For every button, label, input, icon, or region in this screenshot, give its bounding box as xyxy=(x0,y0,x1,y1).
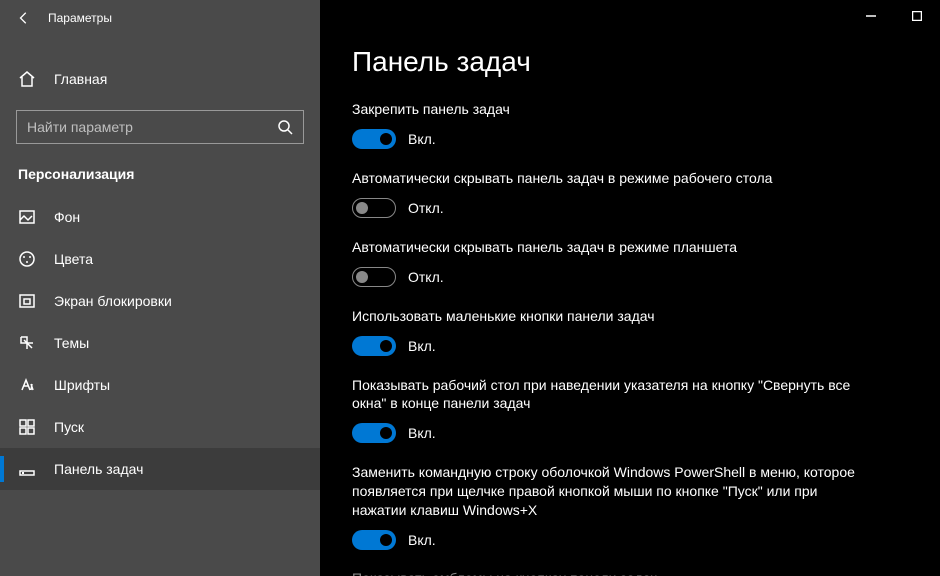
nav-item-lockscreen[interactable]: Экран блокировки xyxy=(0,280,320,322)
setting-peek-desktop: Показывать рабочий стол при наведении ук… xyxy=(352,376,908,444)
toggle-powershell[interactable] xyxy=(352,530,396,550)
setting-lock-taskbar: Закрепить панель задач Вкл. xyxy=(352,100,908,149)
home-label: Главная xyxy=(54,71,107,87)
toggle-state: Вкл. xyxy=(408,425,436,441)
toggle-state: Вкл. xyxy=(408,338,436,354)
category-label: Персонализация xyxy=(0,144,320,196)
nav-item-colors[interactable]: Цвета xyxy=(0,238,320,280)
taskbar-icon xyxy=(18,460,36,478)
setting-autohide-desktop: Автоматически скрывать панель задач в ре… xyxy=(352,169,908,218)
setting-autohide-tablet: Автоматически скрывать панель задач в ре… xyxy=(352,238,908,287)
start-icon xyxy=(18,418,36,436)
setting-label-badges: Показывать эмблемы на кнопках панели зад… xyxy=(352,570,908,576)
lockscreen-icon xyxy=(18,292,36,310)
palette-icon xyxy=(18,250,36,268)
picture-icon xyxy=(18,208,36,226)
nav-label: Пуск xyxy=(54,419,84,435)
nav-label: Темы xyxy=(54,335,89,351)
nav-list: Фон Цвета Экран блокировки Темы Шрифты П… xyxy=(0,196,320,576)
setting-label: Показывать рабочий стол при наведении ук… xyxy=(352,376,872,414)
nav-label: Экран блокировки xyxy=(54,293,172,309)
maximize-button[interactable] xyxy=(894,0,940,32)
minimize-icon xyxy=(866,11,876,21)
setting-powershell: Заменить командную строку оболочкой Wind… xyxy=(352,463,908,550)
nav-label: Панель задач xyxy=(54,461,143,477)
fonts-icon xyxy=(18,376,36,394)
nav-item-start[interactable]: Пуск xyxy=(0,406,320,448)
nav-label: Цвета xyxy=(54,251,93,267)
toggle-state: Откл. xyxy=(408,200,444,216)
page-title: Панель задач xyxy=(352,46,908,78)
setting-label: Закрепить панель задач xyxy=(352,100,872,119)
home-icon xyxy=(18,70,36,88)
nav-item-fonts[interactable]: Шрифты xyxy=(0,364,320,406)
arrow-left-icon xyxy=(17,11,31,25)
nav-label: Шрифты xyxy=(54,377,110,393)
toggle-state: Откл. xyxy=(408,269,444,285)
toggle-lock-taskbar[interactable] xyxy=(352,129,396,149)
search-icon xyxy=(277,119,293,135)
window-controls xyxy=(848,0,940,32)
nav-item-themes[interactable]: Темы xyxy=(0,322,320,364)
themes-icon xyxy=(18,334,36,352)
setting-small-buttons: Использовать маленькие кнопки панели зад… xyxy=(352,307,908,356)
toggle-small-buttons[interactable] xyxy=(352,336,396,356)
back-button[interactable] xyxy=(8,2,40,34)
nav-label: Фон xyxy=(54,209,80,225)
window-title: Параметры xyxy=(48,11,112,25)
setting-label: Автоматически скрывать панель задач в ре… xyxy=(352,238,872,257)
nav-item-taskbar[interactable]: Панель задач xyxy=(0,448,320,490)
titlebar: Параметры xyxy=(0,0,320,36)
maximize-icon xyxy=(912,11,922,21)
setting-label: Использовать маленькие кнопки панели зад… xyxy=(352,307,872,326)
setting-label: Автоматически скрывать панель задач в ре… xyxy=(352,169,872,188)
home-nav[interactable]: Главная xyxy=(0,60,320,98)
search-box[interactable] xyxy=(16,110,304,144)
content: Панель задач Закрепить панель задач Вкл.… xyxy=(320,0,940,576)
minimize-button[interactable] xyxy=(848,0,894,32)
toggle-peek-desktop[interactable] xyxy=(352,423,396,443)
main-panel: Панель задач Закрепить панель задач Вкл.… xyxy=(320,0,940,576)
toggle-state: Вкл. xyxy=(408,532,436,548)
toggle-autohide-tablet[interactable] xyxy=(352,267,396,287)
search-input[interactable] xyxy=(27,119,277,135)
sidebar: Параметры Главная Персонализация Фон Цве… xyxy=(0,0,320,576)
toggle-state: Вкл. xyxy=(408,131,436,147)
toggle-autohide-desktop[interactable] xyxy=(352,198,396,218)
setting-label: Заменить командную строку оболочкой Wind… xyxy=(352,463,872,520)
nav-item-background[interactable]: Фон xyxy=(0,196,320,238)
